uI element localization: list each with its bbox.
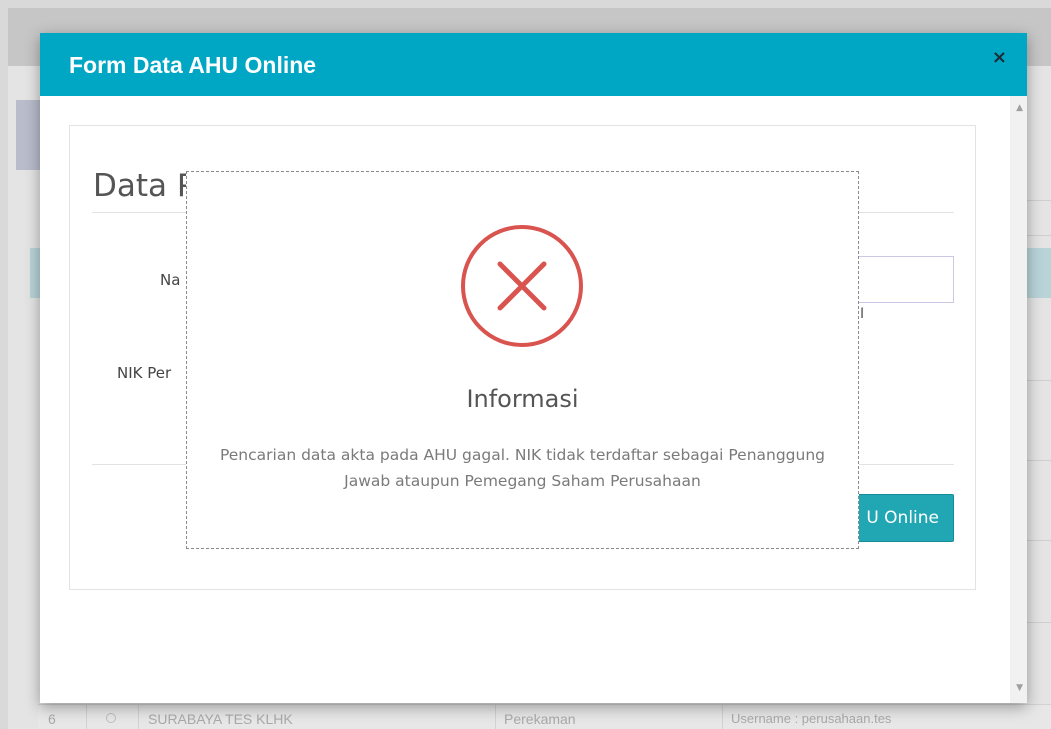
row-account: Username : perusahaan.tes <box>731 711 892 726</box>
column-divider <box>722 705 723 729</box>
dialog-message: Pencarian data akta pada AHU gagal. NIK … <box>219 446 826 490</box>
column-divider <box>495 705 496 729</box>
field-hint: I <box>860 306 865 322</box>
table-row: 6 SURABAYA TES KLHK Perekaman Username :… <box>38 704 1051 729</box>
column-divider <box>138 705 139 729</box>
info-dialog: Informasi Pencarian data akta pada AHU g… <box>186 171 859 549</box>
modal-header: Form Data AHU Online × <box>40 33 1027 96</box>
name-label: Na <box>160 271 181 289</box>
dialog-title: Informasi <box>466 385 579 413</box>
page-highlight-right <box>1027 248 1051 298</box>
modal-title: Form Data AHU Online <box>69 52 317 78</box>
radio-icon <box>106 713 116 723</box>
scroll-down-arrow-icon[interactable]: ▼ <box>1016 683 1023 693</box>
row-status: Perekaman <box>504 711 576 727</box>
row-number: 6 <box>48 711 56 727</box>
modal-scrollbar[interactable] <box>1010 96 1027 703</box>
close-icon[interactable]: × <box>992 47 1007 68</box>
nik-label: NIK Per <box>117 364 172 382</box>
company-name-input[interactable] <box>856 256 954 303</box>
row-company-name: SURABAYA TES KLHK <box>148 711 293 727</box>
panel-title: Data P <box>93 168 196 204</box>
error-x-circle-icon <box>461 225 583 347</box>
scroll-up-arrow-icon[interactable]: ▲ <box>1016 103 1023 113</box>
column-divider <box>86 705 87 729</box>
